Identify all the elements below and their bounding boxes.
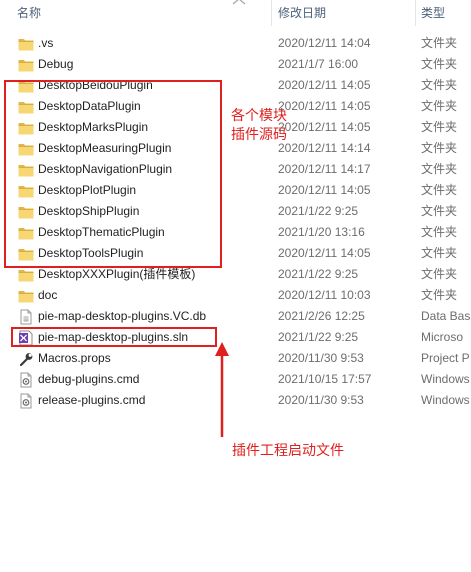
modules-annotation-line2: 插件源码 <box>231 126 287 142</box>
arrow-up-icon <box>215 342 229 437</box>
file-name: pie-map-desktop-plugins.VC.db <box>38 309 207 323</box>
chevron-up-icon[interactable] <box>232 0 246 5</box>
file-modified-date: 2021/1/22 9:25 <box>278 267 359 281</box>
startup-annotation: 插件工程启动文件 <box>232 442 344 458</box>
file-modified-date: 2020/12/11 14:14 <box>278 141 371 155</box>
folder-icon <box>17 267 35 283</box>
sln-highlight-box <box>11 327 217 347</box>
file-name: Macros.props <box>38 351 111 365</box>
file-type: Project P <box>421 351 470 365</box>
file-modified-date: 2020/11/30 9:53 <box>278 351 364 365</box>
modules-annotation-line1: 各个模块 <box>231 107 287 123</box>
file-type: Windows <box>421 393 470 407</box>
file-modified-date: 2021/1/20 13:16 <box>278 225 365 239</box>
file-type: 文件夹 <box>421 183 458 197</box>
column-header-type[interactable]: 类型 <box>421 0 445 26</box>
file-type: Microso <box>421 330 464 344</box>
file-type: 文件夹 <box>421 120 458 134</box>
file-row[interactable]: release-plugins.cmd 2020/11/30 9:53 Window… <box>0 390 471 411</box>
file-name: release-plugins.cmd <box>38 393 146 407</box>
file-row[interactable]: doc 2020/12/11 10:03 文件夹 <box>0 285 471 306</box>
file-modified-date: 2020/12/11 14:05 <box>278 246 371 260</box>
file-row[interactable]: Macros.props 2020/11/30 9:53 Project P <box>0 348 471 369</box>
folder-icon <box>17 36 35 52</box>
file-modified-date: 2021/1/7 16:00 <box>278 57 359 71</box>
file-modified-date: 2020/12/11 14:05 <box>278 99 371 113</box>
column-divider[interactable] <box>271 0 272 26</box>
file-type: Data Bas <box>421 309 471 323</box>
wrench-file-icon <box>17 351 35 367</box>
file-modified-date: 2021/1/22 9:25 <box>278 330 359 344</box>
file-modified-date: 2020/12/11 10:03 <box>278 288 371 302</box>
file-type: 文件夹 <box>421 267 458 281</box>
file-name: debug-plugins.cmd <box>38 372 140 386</box>
folder-icon <box>17 57 35 73</box>
file-name: .vs <box>38 36 54 50</box>
file-modified-date: 2020/12/11 14:04 <box>278 36 371 50</box>
file-modified-date: 2020/12/11 14:05 <box>278 120 371 134</box>
column-divider[interactable] <box>415 0 416 26</box>
file-type: 文件夹 <box>421 99 458 113</box>
file-row[interactable]: Debug 2021/1/7 16:00 文件夹 <box>0 54 471 75</box>
db-file-icon <box>17 309 35 325</box>
file-modified-date: 2020/12/11 14:05 <box>278 78 371 92</box>
file-type: 文件夹 <box>421 225 458 239</box>
file-modified-date: 2020/12/11 14:05 <box>278 183 371 197</box>
file-modified-date: 2021/1/22 9:25 <box>278 204 359 218</box>
file-modified-date: 2021/2/26 12:25 <box>278 309 365 323</box>
file-type: 文件夹 <box>421 141 458 155</box>
file-type: 文件夹 <box>421 288 458 302</box>
column-header-date[interactable]: 修改日期 <box>278 0 326 26</box>
file-type: 文件夹 <box>421 78 458 92</box>
file-name: doc <box>38 288 58 302</box>
file-type: 文件夹 <box>421 162 458 176</box>
file-type: 文件夹 <box>421 36 458 50</box>
file-modified-date: 2020/12/11 14:17 <box>278 162 371 176</box>
cmd-file-icon <box>17 372 35 388</box>
file-type: 文件夹 <box>421 204 458 218</box>
column-header-name[interactable]: 名称 <box>17 0 41 26</box>
file-row[interactable]: .vs 2020/12/11 14:04 文件夹 <box>0 33 471 54</box>
column-header-bar: 名称 修改日期 类型 <box>0 0 471 26</box>
file-type: Windows <box>421 372 470 386</box>
file-modified-date: 2021/10/15 17:57 <box>278 372 372 386</box>
file-modified-date: 2020/11/30 9:53 <box>278 393 364 407</box>
plugins-highlight-box <box>4 80 222 268</box>
file-type: 文件夹 <box>421 57 458 71</box>
cmd-file-icon <box>17 393 35 409</box>
file-name: Debug <box>38 57 74 71</box>
folder-icon <box>17 288 35 304</box>
file-type: 文件夹 <box>421 246 458 260</box>
file-row[interactable]: debug-plugins.cmd 2021/10/15 17:57 Windows <box>0 369 471 390</box>
file-row[interactable]: pie-map-desktop-plugins.VC.db 2021/2/26 1… <box>0 306 471 327</box>
